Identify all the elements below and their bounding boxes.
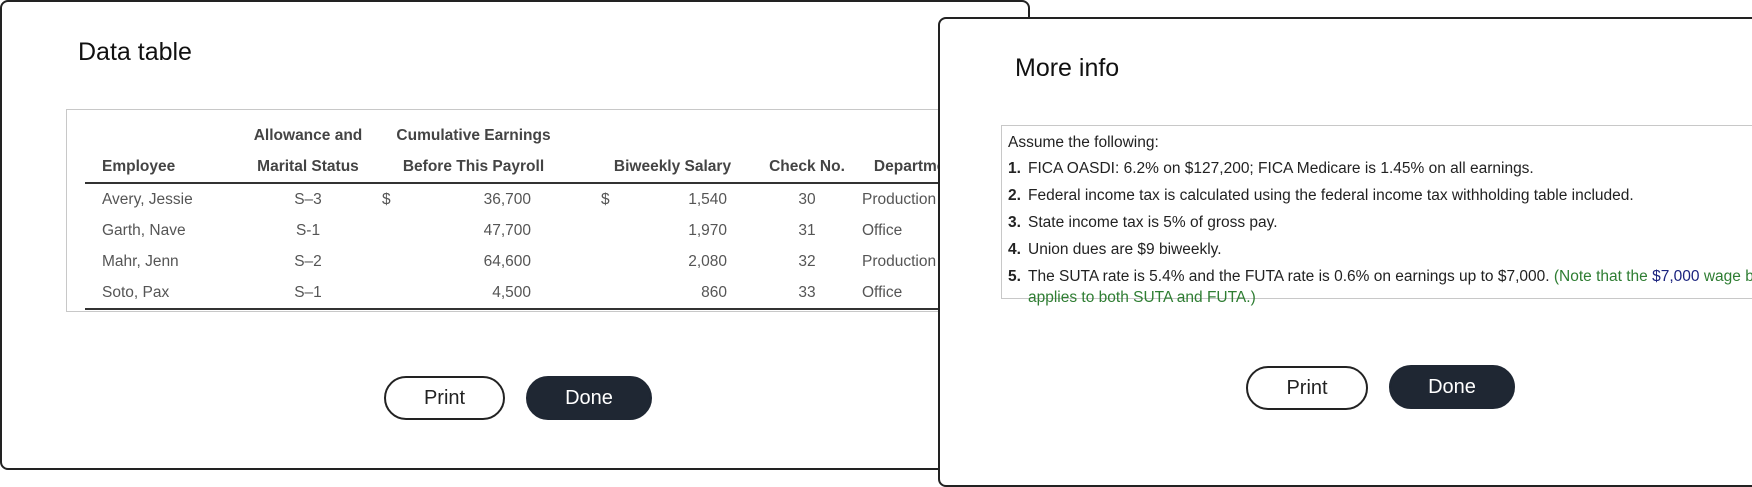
- assumption-list: 1. FICA OASDI: 6.2% on $127,200; FICA Me…: [1008, 158, 1752, 308]
- list-item: 1. FICA OASDI: 6.2% on $127,200; FICA Me…: [1008, 158, 1752, 179]
- header-blank: [85, 120, 252, 151]
- cumulative-earnings: 47,700: [483, 221, 531, 239]
- list-item: 2. Federal income tax is calculated usin…: [1008, 185, 1752, 206]
- table-row: Soto, Pax S–1 4,500 860 33 Office: [85, 277, 982, 310]
- more-info-box: Assume the following: 1. FICA OASDI: 6.2…: [1001, 125, 1752, 306]
- check-number: 30: [798, 190, 816, 208]
- marital-status: S–3: [294, 190, 322, 208]
- marital-status: S–1: [252, 277, 364, 310]
- list-item: 5. The SUTA rate is 5.4% and the FUTA ra…: [1008, 266, 1752, 308]
- check-number: 33: [762, 277, 852, 310]
- check-number: 32: [798, 252, 816, 270]
- more-info-title: More info: [1015, 54, 1120, 82]
- item-text: FICA OASDI: 6.2% on $127,200; FICA Medic…: [1028, 160, 1534, 177]
- marital-status: S-1: [295, 221, 321, 239]
- done-button[interactable]: Done: [1389, 365, 1515, 409]
- currency-blank: [583, 246, 637, 277]
- cumulative-earnings: 36,700: [483, 190, 531, 208]
- data-table-dialog: Data table Allowance and Cumulative Earn…: [0, 0, 1066, 470]
- biweekly-salary: 2,080: [688, 252, 727, 270]
- done-button[interactable]: Done: [526, 376, 652, 420]
- item-number: 5.: [1008, 268, 1021, 285]
- item-text: Federal income tax is calculated using t…: [1028, 187, 1634, 204]
- currency-blank: [364, 277, 418, 310]
- item-text: The SUTA rate is 5.4% and the FUTA rate …: [1028, 268, 1550, 285]
- list-item: 3. State income tax is 5% of gross pay.: [1008, 212, 1752, 233]
- print-button[interactable]: Print: [1246, 366, 1368, 410]
- list-item: 4. Union dues are $9 biweekly.: [1008, 239, 1752, 260]
- employee-name: Garth, Nave: [102, 221, 186, 239]
- currency-blank: [583, 215, 637, 246]
- data-table-box: Allowance and Cumulative Earnings Employ…: [66, 109, 1066, 312]
- header-biweekly: Biweekly Salary: [583, 151, 762, 184]
- header-status-line1: Allowance and: [253, 126, 363, 144]
- employee-name: Mahr, Jenn: [102, 252, 179, 270]
- data-table-title: Data table: [78, 38, 192, 66]
- header-cumulative-line1: Cumulative Earnings: [396, 126, 551, 144]
- header-cumulative-line2: Before This Payroll: [364, 151, 583, 184]
- currency-symbol: $: [601, 190, 610, 208]
- currency-blank: [364, 215, 418, 246]
- header-blank: [762, 120, 852, 151]
- biweekly-salary: 1,970: [688, 221, 727, 239]
- item-text: Union dues are $9 biweekly.: [1028, 241, 1222, 258]
- item-text: State income tax is 5% of gross pay.: [1028, 214, 1278, 231]
- header-blank: [583, 120, 762, 151]
- more-info-dialog: More info Assume the following: 1. FICA …: [938, 17, 1752, 487]
- info-intro: Assume the following:: [1008, 134, 1159, 151]
- cumulative-earnings: 4,500: [418, 277, 583, 310]
- header-employee: Employee: [85, 151, 252, 184]
- item-number: 4.: [1008, 241, 1021, 258]
- header-status-line2: Marital Status: [252, 151, 364, 184]
- cumulative-earnings: 64,600: [483, 252, 531, 270]
- item-number: 1.: [1008, 160, 1021, 177]
- table-row: Avery, Jessie S–3 $ 36,700 $ 1,540 30 Pr…: [85, 183, 982, 215]
- employee-name: Avery, Jessie: [102, 190, 193, 208]
- currency-symbol: $: [382, 190, 391, 208]
- table-row: Garth, Nave S-1 47,700 1,970 31 Office: [85, 215, 982, 246]
- table-row: Mahr, Jenn S–2 64,600 2,080 32 Productio…: [85, 246, 982, 277]
- note-text-a: (Note that the: [1553, 268, 1653, 285]
- biweekly-salary: 1,540: [688, 190, 727, 208]
- currency-blank: [364, 246, 418, 277]
- payroll-table: Allowance and Cumulative Earnings Employ…: [85, 120, 982, 310]
- check-number: 31: [798, 221, 816, 239]
- item-number: 2.: [1008, 187, 1021, 204]
- currency-blank: [583, 277, 637, 310]
- marital-status: S–2: [294, 252, 322, 270]
- item-number: 3.: [1008, 214, 1021, 231]
- print-button[interactable]: Print: [384, 376, 505, 420]
- note-amount: $7,000: [1652, 268, 1700, 285]
- header-check: Check No.: [762, 151, 852, 184]
- biweekly-salary: 860: [637, 277, 762, 310]
- employee-name: Soto, Pax: [85, 277, 252, 310]
